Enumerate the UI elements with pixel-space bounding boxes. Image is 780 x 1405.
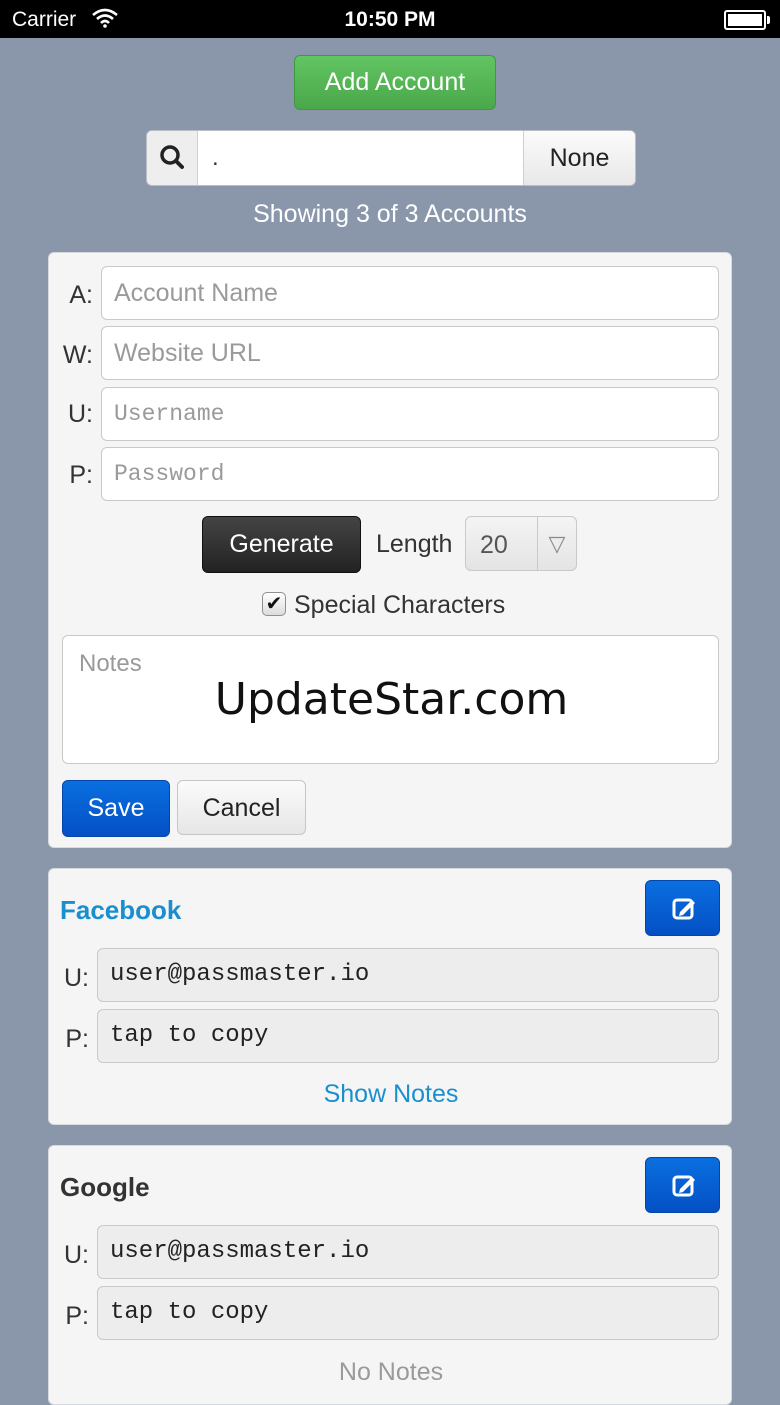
edit-icon — [672, 1175, 695, 1197]
password-copy-field[interactable]: tap to copy — [97, 1009, 719, 1063]
username-field[interactable]: user@passmaster.io — [97, 948, 719, 1002]
edit-button[interactable] — [645, 1157, 720, 1213]
none-button[interactable]: None — [523, 131, 635, 185]
account-name-label: A: — [69, 281, 93, 309]
search-icon — [147, 131, 198, 185]
account-card-google: Google U: user@passmaster.io P: tap to c… — [48, 1145, 732, 1405]
account-title[interactable]: Facebook — [60, 895, 181, 926]
website-url-input[interactable] — [101, 326, 719, 380]
battery-icon — [724, 10, 770, 30]
edit-icon — [672, 898, 695, 920]
watermark: UpdateStar.com — [214, 674, 569, 725]
username-label: U: — [64, 1241, 89, 1269]
username-label: U: — [64, 964, 89, 992]
search-group: None — [146, 130, 636, 186]
cancel-button[interactable]: Cancel — [177, 780, 306, 835]
username-field[interactable]: user@passmaster.io — [97, 1225, 719, 1279]
password-input[interactable] — [101, 447, 719, 501]
length-label: Length — [376, 530, 453, 558]
special-characters-checkbox[interactable]: ✔ — [262, 592, 286, 616]
special-characters-label: Special Characters — [294, 591, 506, 619]
password-label: P: — [65, 1302, 89, 1330]
password-copy-field[interactable]: tap to copy — [97, 1286, 719, 1340]
status-bar: Carrier 10:50 PM — [0, 0, 780, 38]
add-account-button[interactable]: Add Account — [294, 55, 496, 110]
save-button[interactable]: Save — [62, 780, 170, 837]
password-label: P: — [69, 461, 93, 489]
length-select[interactable]: 20 ▽ — [465, 516, 577, 571]
showing-count: Showing 3 of 3 Accounts — [253, 200, 527, 228]
username-input[interactable] — [101, 387, 719, 441]
account-title[interactable]: Google — [60, 1172, 150, 1203]
length-value: 20 — [480, 531, 508, 559]
notes-textarea[interactable]: Notes UpdateStar.com — [62, 635, 719, 764]
search-input[interactable] — [198, 131, 518, 185]
password-label: P: — [65, 1025, 89, 1053]
website-label: W: — [62, 341, 93, 369]
username-label: U: — [68, 400, 93, 428]
no-notes-label: No Notes — [338, 1358, 444, 1386]
account-form: A: W: U: P: Generate Length 20 ▽ ✔ Speci… — [48, 252, 732, 848]
chevron-down-icon: ▽ — [537, 517, 576, 570]
show-notes-link[interactable]: Show Notes — [49, 1080, 733, 1109]
account-name-input[interactable] — [101, 266, 719, 320]
account-card-facebook: Facebook U: user@passmaster.io P: tap to… — [48, 868, 732, 1125]
edit-button[interactable] — [645, 880, 720, 936]
clock: 10:50 PM — [344, 8, 436, 31]
generate-button[interactable]: Generate — [202, 516, 361, 573]
